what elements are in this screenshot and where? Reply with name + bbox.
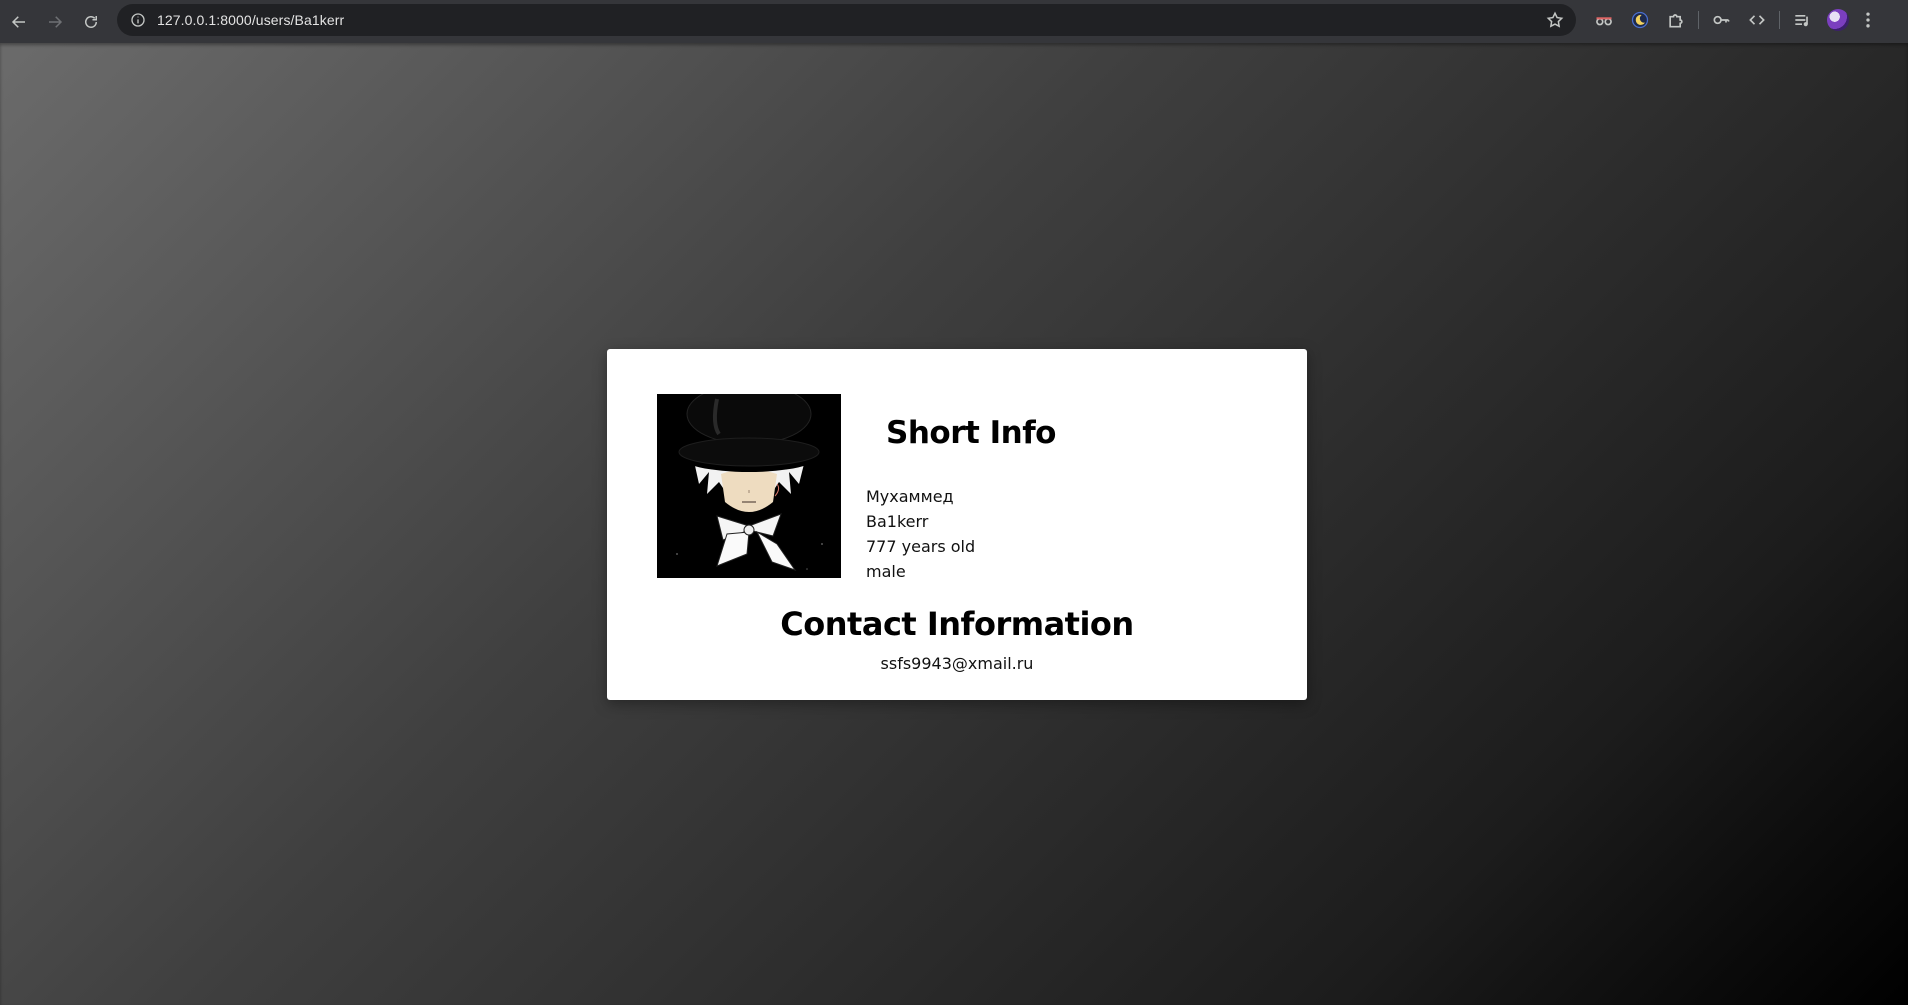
reload-button[interactable]: [73, 4, 108, 39]
browser-toolbar: 127.0.0.1:8000/users/Ba1kerr: [0, 0, 1908, 43]
page-viewport: Short Info Мухаммед Ba1kerr 777 years ol…: [0, 43, 1908, 1005]
extensions-area: [1586, 4, 1880, 36]
toolbar-separator: [1779, 11, 1780, 29]
first-name: Мухаммед: [866, 487, 954, 506]
username: Ba1kerr: [866, 512, 929, 531]
toolbar-separator: [1698, 11, 1699, 29]
forward-button[interactable]: [37, 4, 72, 39]
arrow-left-icon: [11, 15, 25, 28]
info-circle-icon: [131, 13, 145, 27]
kebab-menu-icon: [1866, 12, 1870, 28]
contact-email: ssfs9943@xmail.ru: [880, 654, 1034, 673]
password-key-icon[interactable]: [1703, 4, 1739, 36]
reload-icon: [84, 15, 97, 28]
bookmark-star-icon[interactable]: [1546, 11, 1564, 29]
site-info-button[interactable]: [121, 4, 155, 36]
age: 777 years old: [866, 537, 976, 556]
profile-avatar-button[interactable]: [1820, 4, 1856, 36]
url-text[interactable]: 127.0.0.1:8000/users/Ba1kerr: [157, 12, 344, 28]
contact-info-title: Contact Information: [780, 605, 1134, 643]
media-queue-icon[interactable]: [1784, 4, 1820, 36]
browser-menu-button[interactable]: [1856, 4, 1880, 36]
gender: male: [866, 562, 906, 581]
profile-card: Short Info Мухаммед Ba1kerr 777 years ol…: [607, 349, 1307, 700]
address-bar[interactable]: 127.0.0.1:8000/users/Ba1kerr: [117, 4, 1576, 36]
incognito-glasses-icon[interactable]: [1586, 4, 1622, 36]
back-button[interactable]: [1, 4, 36, 39]
dark-mode-moon-icon[interactable]: [1622, 4, 1658, 36]
top-hat-character-image: [657, 394, 841, 578]
puzzle-extensions-icon[interactable]: [1658, 4, 1694, 36]
code-brackets-icon[interactable]: [1739, 4, 1775, 36]
short-info-title: Short Info: [886, 415, 1056, 451]
avatar: [1827, 9, 1849, 31]
profile-picture: [657, 394, 841, 578]
arrow-right-icon: [48, 15, 62, 28]
